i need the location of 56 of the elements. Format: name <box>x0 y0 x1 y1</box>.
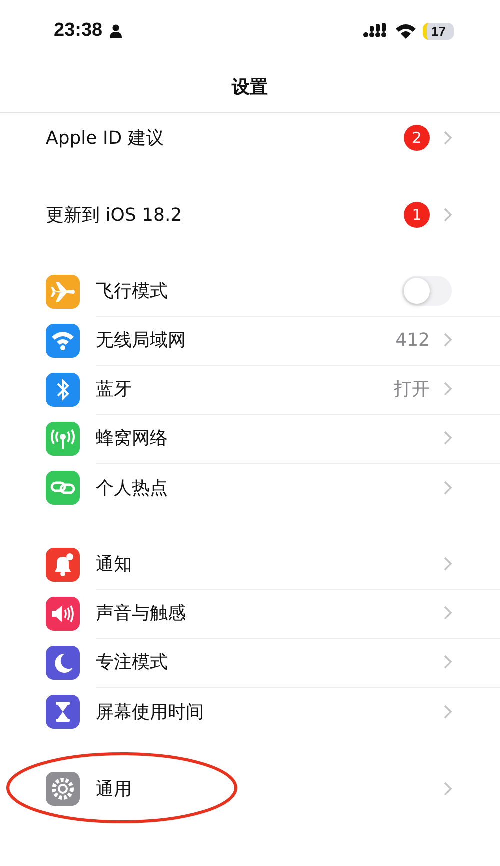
wifi-icon <box>46 324 80 358</box>
hourglass-icon <box>46 694 80 728</box>
settings-row[interactable]: 声音与触感 <box>0 589 500 638</box>
row-label: 蜂窝网络 <box>96 427 168 450</box>
chevron-icon <box>444 606 452 620</box>
chevron-icon <box>444 655 452 669</box>
clock-time: 23:38 <box>54 20 103 42</box>
chevron-icon <box>444 130 452 144</box>
settings-row[interactable]: 蓝牙 打开 <box>0 365 500 414</box>
row-label: 通知 <box>96 553 132 576</box>
person-icon <box>108 24 123 38</box>
row-label: 通用 <box>96 778 132 800</box>
settings-row[interactable]: 通用 <box>0 764 500 813</box>
row-label: 专注模式 <box>96 651 168 674</box>
toggle-switch[interactable] <box>402 276 452 306</box>
antenna-icon <box>46 422 80 456</box>
bluetooth-icon <box>46 372 80 406</box>
speaker-icon <box>46 596 80 630</box>
notification-badge: 2 <box>404 124 430 150</box>
chevron-icon <box>444 208 452 222</box>
chevron-icon <box>444 557 452 571</box>
page-title: 设置 <box>232 76 268 99</box>
chevron-icon <box>444 704 452 718</box>
notification-badge: 1 <box>404 202 430 228</box>
chevron-icon <box>444 782 452 796</box>
settings-row[interactable]: 飞行模式 <box>0 267 500 316</box>
moon-icon <box>46 646 80 680</box>
battery-level: 17 <box>422 22 454 40</box>
settings-row[interactable]: 屏幕使用时间 <box>0 687 500 736</box>
chevron-icon <box>444 382 452 396</box>
chevron-icon <box>444 431 452 445</box>
airplane-icon <box>46 274 80 308</box>
settings-row[interactable]: Apple ID 建议 2 <box>0 113 500 162</box>
row-label: 更新到 iOS 18.2 <box>46 204 182 226</box>
settings-row[interactable]: 更新到 iOS 18.2 1 <box>0 190 500 239</box>
row-label: 蓝牙 <box>96 378 132 401</box>
link-icon <box>46 470 80 504</box>
bell-icon <box>46 548 80 582</box>
row-label: 无线局域网 <box>96 329 186 352</box>
settings-row[interactable]: 专注模式 <box>0 638 500 687</box>
row-label: 声音与触感 <box>96 602 186 625</box>
row-label: 屏幕使用时间 <box>96 700 204 724</box>
chevron-icon <box>444 480 452 494</box>
settings-row[interactable]: 个人热点 <box>0 463 500 512</box>
row-label: Apple ID 建议 <box>46 126 164 150</box>
settings-row[interactable]: 无线局域网 412 <box>0 316 500 365</box>
gear-icon <box>46 772 80 806</box>
chevron-icon <box>444 333 452 347</box>
row-label: 飞行模式 <box>96 280 168 303</box>
row-label: 个人热点 <box>96 476 168 500</box>
row-value: 412 <box>396 330 430 350</box>
row-value: 打开 <box>394 378 430 401</box>
wifi-icon <box>394 23 417 39</box>
settings-row[interactable]: 通知 <box>0 540 500 589</box>
settings-row[interactable]: 蜂窝网络 <box>0 414 500 463</box>
signal-icon <box>362 23 389 39</box>
